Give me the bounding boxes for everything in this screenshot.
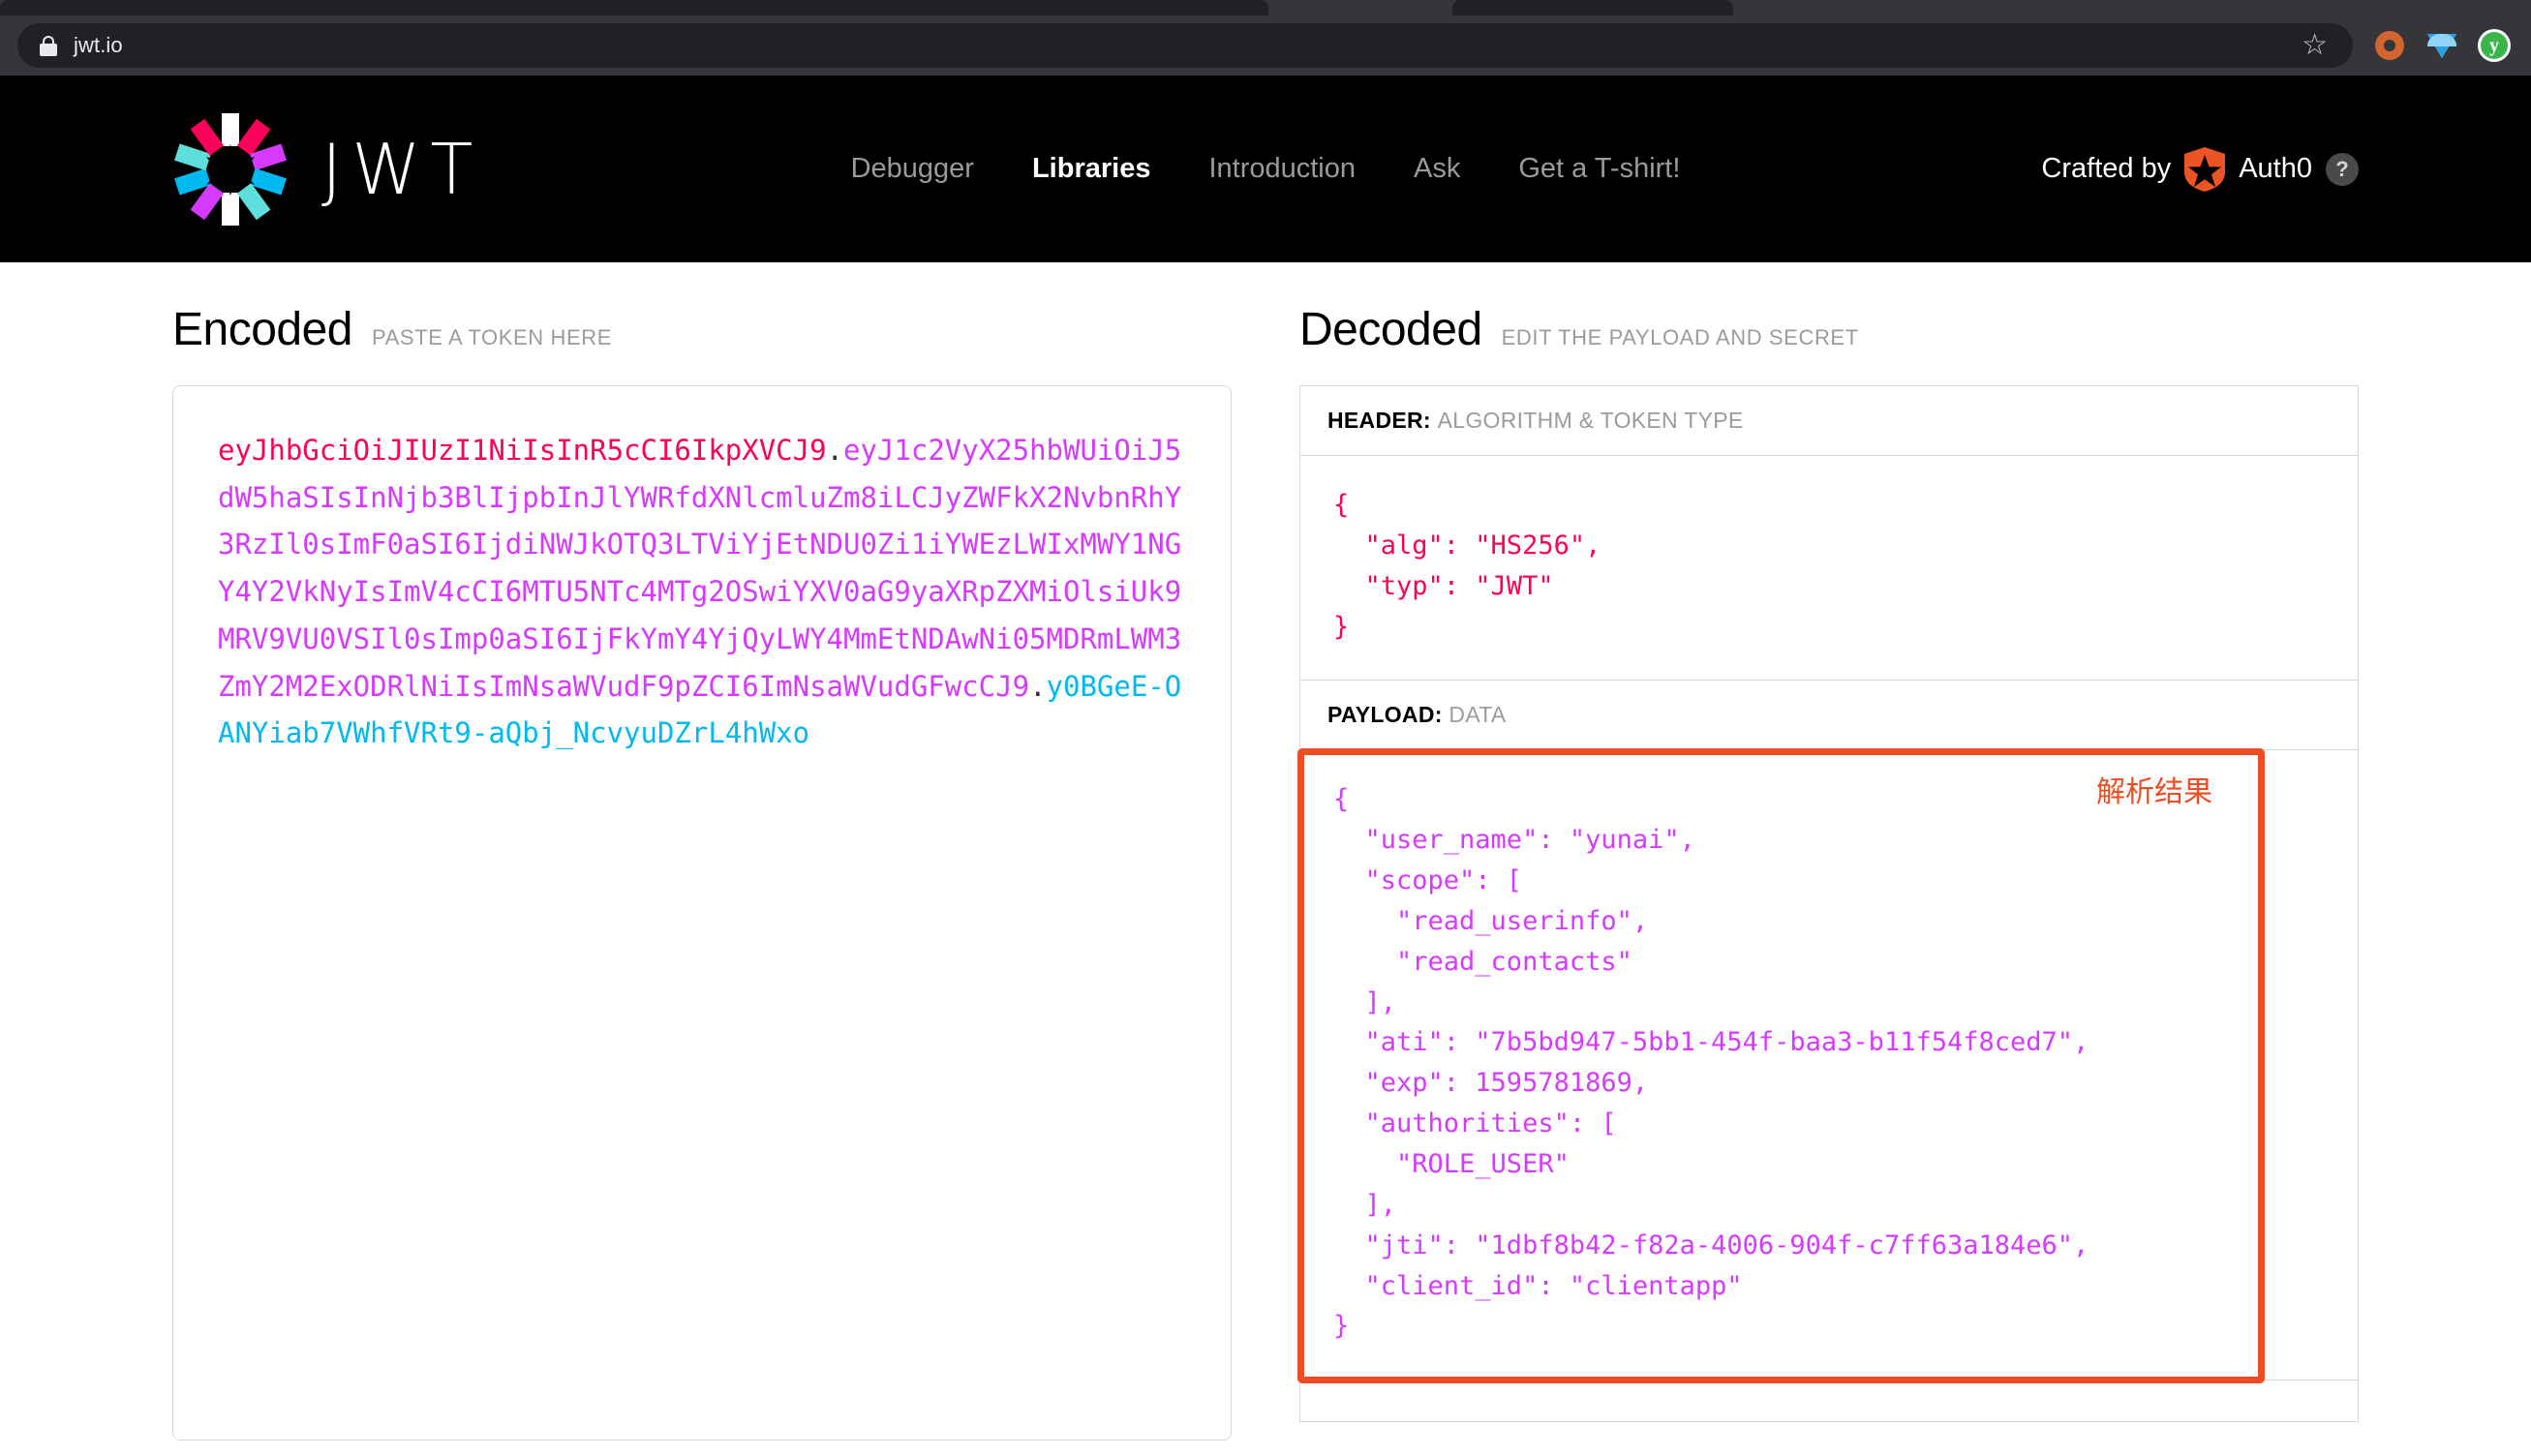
payload-panel-label: PAYLOAD: DATA <box>1300 681 2358 750</box>
header-json-editor[interactable]: { "alg": "HS256", "typ": "JWT" } <box>1300 456 2358 680</box>
encoded-title: Encoded <box>172 303 352 356</box>
nav-item-ask[interactable]: Ask <box>1414 153 1460 185</box>
browser-tab[interactable] <box>1452 0 1733 15</box>
header-panel-label-text: HEADER: <box>1327 408 1431 433</box>
encoded-heading-row: Encoded PASTE A TOKEN HERE <box>172 262 1232 385</box>
token-payload-part: eyJ1c2VyX25hbWUiOiJ5dW5haSIsInNjb3BlIjpb… <box>218 434 1181 703</box>
payload-panel-label-text: PAYLOAD: <box>1327 702 1443 727</box>
jwt-pinwheel-logo <box>172 111 289 228</box>
jwt-wordmark: JWT <box>321 135 482 204</box>
token-header-part: eyJhbGciOiJIUzI1NiIsInR5cCI6IkpXVCJ9 <box>218 434 827 467</box>
brand-logo[interactable]: JWT <box>172 111 482 228</box>
auth0-shield-icon <box>2184 147 2225 192</box>
nav-item-get-a-tshirt[interactable]: Get a T-shirt! <box>1518 153 1680 185</box>
help-icon[interactable]: ? <box>2326 153 2359 186</box>
browser-tabstrip <box>0 0 2531 15</box>
crafted-by-auth0[interactable]: Crafted by Auth0 ? <box>2041 147 2359 192</box>
address-bar-url: jwt.io <box>74 33 123 58</box>
signature-panel-stub <box>1300 1380 2358 1421</box>
browser-extension-tray: y <box>2370 26 2514 65</box>
site-header: JWT Debugger Libraries Introduction Ask … <box>0 76 2531 262</box>
main-nav: Debugger Libraries Introduction Ask Get … <box>851 153 1681 185</box>
nav-item-libraries[interactable]: Libraries <box>1032 153 1151 185</box>
browser-omnibar-row: jwt.io ☆ y <box>0 15 2531 76</box>
encoded-token-input[interactable]: eyJhbGciOiJIUzI1NiIsInR5cCI6IkpXVCJ9.eyJ… <box>172 385 1232 1441</box>
header-panel-sublabel: ALGORITHM & TOKEN TYPE <box>1438 408 1744 433</box>
ring-extension-icon[interactable] <box>2370 26 2409 65</box>
address-bar[interactable]: jwt.io ☆ <box>17 23 2353 68</box>
encoded-token-text: eyJhbGciOiJIUzI1NiIsInR5cCI6IkpXVCJ9.eyJ… <box>218 427 1186 757</box>
token-separator: . <box>827 434 843 467</box>
encoded-subtitle: PASTE A TOKEN HERE <box>372 325 612 350</box>
annotation-label: 解析结果 <box>2096 768 2212 810</box>
crafted-by-label: Crafted by <box>2041 153 2171 185</box>
payload-panel: PAYLOAD: DATA { "user_name": "yunai", "s… <box>1299 681 2359 1380</box>
encoded-column: Encoded PASTE A TOKEN HERE eyJhbGciOiJIU… <box>172 262 1232 1441</box>
payload-panel-sublabel: DATA <box>1448 702 1506 727</box>
main-content: Encoded PASTE A TOKEN HERE eyJhbGciOiJIU… <box>0 262 2531 1441</box>
payload-json-editor[interactable]: { "user_name": "yunai", "scope": [ "read… <box>1300 750 2358 1380</box>
profile-avatar-icon[interactable]: y <box>2475 26 2514 65</box>
diamond-extension-icon[interactable] <box>2423 26 2461 65</box>
signature-panel <box>1299 1380 2359 1422</box>
lock-icon <box>39 34 58 57</box>
browser-tab[interactable] <box>1743 0 2531 15</box>
star-icon[interactable]: ☆ <box>2302 31 2328 60</box>
payload-body-wrap: { "user_name": "yunai", "scope": [ "read… <box>1300 750 2358 1380</box>
browser-tab[interactable] <box>0 0 1268 15</box>
decoded-column: Decoded EDIT THE PAYLOAD AND SECRET HEAD… <box>1299 262 2359 1441</box>
header-panel: HEADER: ALGORITHM & TOKEN TYPE { "alg": … <box>1299 385 2359 681</box>
header-panel-label: HEADER: ALGORITHM & TOKEN TYPE <box>1300 386 2358 456</box>
nav-item-introduction[interactable]: Introduction <box>1208 153 1356 185</box>
nav-item-debugger[interactable]: Debugger <box>851 153 974 185</box>
decoded-title: Decoded <box>1299 303 1482 356</box>
auth0-label: Auth0 <box>2239 153 2312 185</box>
browser-chrome: jwt.io ☆ y <box>0 0 2531 76</box>
decoded-subtitle: EDIT THE PAYLOAD AND SECRET <box>1502 325 1859 350</box>
token-separator: . <box>1029 670 1046 703</box>
decoded-heading-row: Decoded EDIT THE PAYLOAD AND SECRET <box>1299 262 2359 385</box>
